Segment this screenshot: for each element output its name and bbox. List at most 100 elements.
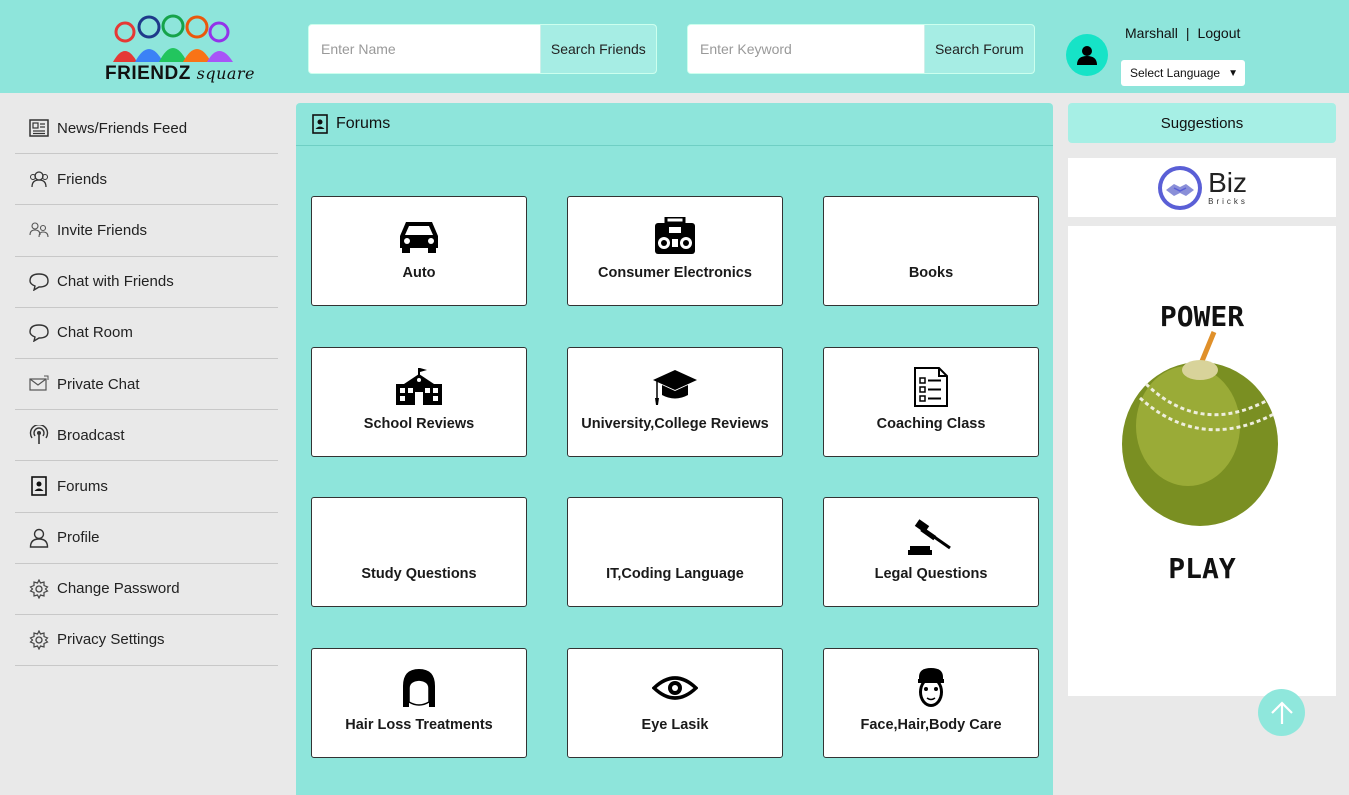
sidebar-item-label: Privacy Settings: [57, 631, 165, 649]
forum-card-label: Face,Hair,Body Care: [860, 717, 1002, 733]
biz-sub: Bricks: [1208, 197, 1248, 206]
sidebar-item-forums[interactable]: Forums: [15, 461, 278, 513]
sidebar-item-news-feed[interactable]: News/Friends Feed: [15, 103, 278, 155]
suggestions-header: Suggestions: [1068, 103, 1336, 143]
sidebar-item-privacy-settings[interactable]: Privacy Settings: [15, 615, 278, 667]
power-play-ad[interactable]: POWER PLAY: [1068, 226, 1336, 696]
forum-card-consumer-electronics[interactable]: Consumer Electronics: [567, 196, 783, 306]
sidebar-nav: News/Friends Feed Friends Invite Friends…: [15, 103, 278, 667]
user-info: Marshall | Logout: [1125, 25, 1240, 41]
language-selected: Select Language: [1130, 66, 1221, 80]
username[interactable]: Marshall: [1125, 25, 1178, 41]
forum-card-auto[interactable]: Auto: [311, 196, 527, 306]
forum-card-legal-questions[interactable]: Legal Questions: [823, 497, 1039, 607]
forum-card-label: School Reviews: [363, 416, 475, 432]
forum-card-it-coding-language[interactable]: IT,Coding Language: [567, 497, 783, 607]
forum-card-label: Hair Loss Treatments: [345, 717, 493, 733]
biz-word: Biz: [1208, 167, 1248, 198]
gear-icon: [29, 629, 49, 650]
forum-card-label: Books: [908, 265, 954, 281]
forum-card-label: University,College Reviews: [581, 416, 769, 432]
forum-card-label: Legal Questions: [874, 566, 988, 582]
newspaper-icon: [29, 118, 49, 138]
sidebar-item-label: Invite Friends: [57, 221, 148, 239]
sidebar-item-label: Private Chat: [57, 375, 140, 393]
avatar[interactable]: [1066, 34, 1108, 76]
sidebar-item-friends[interactable]: Friends: [15, 154, 278, 206]
friendz-square-logo[interactable]: FRIENDZ square: [103, 14, 255, 88]
chat-bubble-icon: [29, 272, 49, 292]
friends-group-logo-icon: [113, 14, 233, 62]
search-name-input[interactable]: [309, 25, 540, 73]
header: FRIENDZ square Search Friends Search For…: [0, 0, 1349, 93]
sidebar-item-label: News/Friends Feed: [57, 119, 188, 137]
forum-card-label: Auto: [402, 265, 436, 281]
forum-card-label: Coaching Class: [876, 416, 986, 432]
boombox-icon: [568, 215, 782, 257]
face-mask-icon: [824, 667, 1038, 709]
forum-card-face-hair-body-care[interactable]: Face,Hair,Body Care: [823, 648, 1039, 758]
search-forum-button[interactable]: Search Forum: [923, 25, 1034, 73]
dropdown-caret-icon: ▼: [1228, 67, 1238, 79]
forum-card-books[interactable]: Books: [823, 196, 1039, 306]
eye-icon: [568, 667, 782, 709]
search-forum-group: Search Forum: [687, 24, 1035, 74]
coconut-cricket-ball-icon: [1122, 331, 1278, 526]
checklist-icon: [824, 366, 1038, 408]
car-icon: [312, 215, 526, 257]
sidebar-item-broadcast[interactable]: Broadcast: [15, 410, 278, 462]
broadcast-icon: [29, 425, 49, 445]
sidebar-item-label: Chat Room: [57, 324, 133, 342]
search-friends-group: Search Friends: [308, 24, 657, 74]
language-select[interactable]: Select Language ▼: [1121, 60, 1245, 86]
forum-card-school-reviews[interactable]: School Reviews: [311, 347, 527, 457]
sidebar-item-change-password[interactable]: Change Password: [15, 564, 278, 615]
bizbricks-sponsor-logo[interactable]: Biz Bricks: [1068, 158, 1336, 217]
forum-card-coaching-class[interactable]: Coaching Class: [823, 347, 1039, 457]
scroll-to-top-button[interactable]: [1258, 689, 1305, 736]
sidebar-item-label: Change Password: [57, 580, 180, 598]
gear-icon: [29, 578, 49, 599]
handshake-logo-icon: [1158, 165, 1203, 210]
chat-bubble-icon: [29, 323, 49, 343]
logo-brand: FRIENDZ: [105, 63, 191, 84]
forum-card-eye-lasik[interactable]: Eye Lasik: [567, 648, 783, 758]
forum-card-label: Study Questions: [361, 566, 477, 582]
hair-icon: [312, 667, 526, 709]
forums-panel: Forums Auto Consumer Electronics Books S…: [296, 103, 1053, 795]
invite-friends-icon: [29, 220, 49, 240]
friends-icon: [29, 169, 49, 189]
logout-link[interactable]: Logout: [1198, 25, 1241, 41]
forum-card-label: Eye Lasik: [641, 717, 709, 733]
envelope-icon: [29, 374, 49, 394]
page-title: Forums: [336, 115, 391, 132]
forum-card-hair-loss-treatments[interactable]: Hair Loss Treatments: [311, 648, 527, 758]
forum-card-university-college-reviews[interactable]: University,College Reviews: [567, 347, 783, 457]
forum-document-icon: [29, 476, 49, 497]
arrow-up-icon: [1270, 700, 1293, 724]
forum-document-icon: [312, 114, 328, 134]
bizbricks-text: Biz Bricks: [1208, 167, 1248, 207]
sidebar-item-chat-with-friends[interactable]: Chat with Friends: [15, 257, 278, 308]
search-keyword-input[interactable]: [688, 25, 924, 73]
sidebar-item-profile[interactable]: Profile: [15, 513, 278, 564]
sidebar-item-label: Profile: [57, 529, 100, 547]
sidebar-item-chat-room[interactable]: Chat Room: [15, 308, 278, 359]
gavel-icon: [824, 516, 1038, 558]
school-building-icon: [312, 366, 526, 408]
logo-text: FRIENDZ square: [105, 63, 255, 85]
graduation-cap-icon: [568, 366, 782, 408]
sidebar-item-invite-friends[interactable]: Invite Friends: [15, 205, 278, 257]
suggestions-title: Suggestions: [1160, 114, 1244, 132]
search-friends-button[interactable]: Search Friends: [539, 25, 656, 73]
sidebar-item-private-chat[interactable]: Private Chat: [15, 359, 278, 411]
sidebar-item-label: Friends: [57, 170, 108, 188]
user-separator: |: [1185, 25, 1190, 41]
user-icon: [29, 528, 49, 548]
sidebar-item-label: Broadcast: [57, 426, 125, 444]
logo-suffix: square: [196, 64, 256, 83]
forum-card-label: Consumer Electronics: [598, 265, 752, 281]
forums-header: Forums: [296, 103, 1053, 146]
sidebar-item-label: Chat with Friends: [57, 273, 174, 291]
forum-card-study-questions[interactable]: Study Questions: [311, 497, 527, 607]
